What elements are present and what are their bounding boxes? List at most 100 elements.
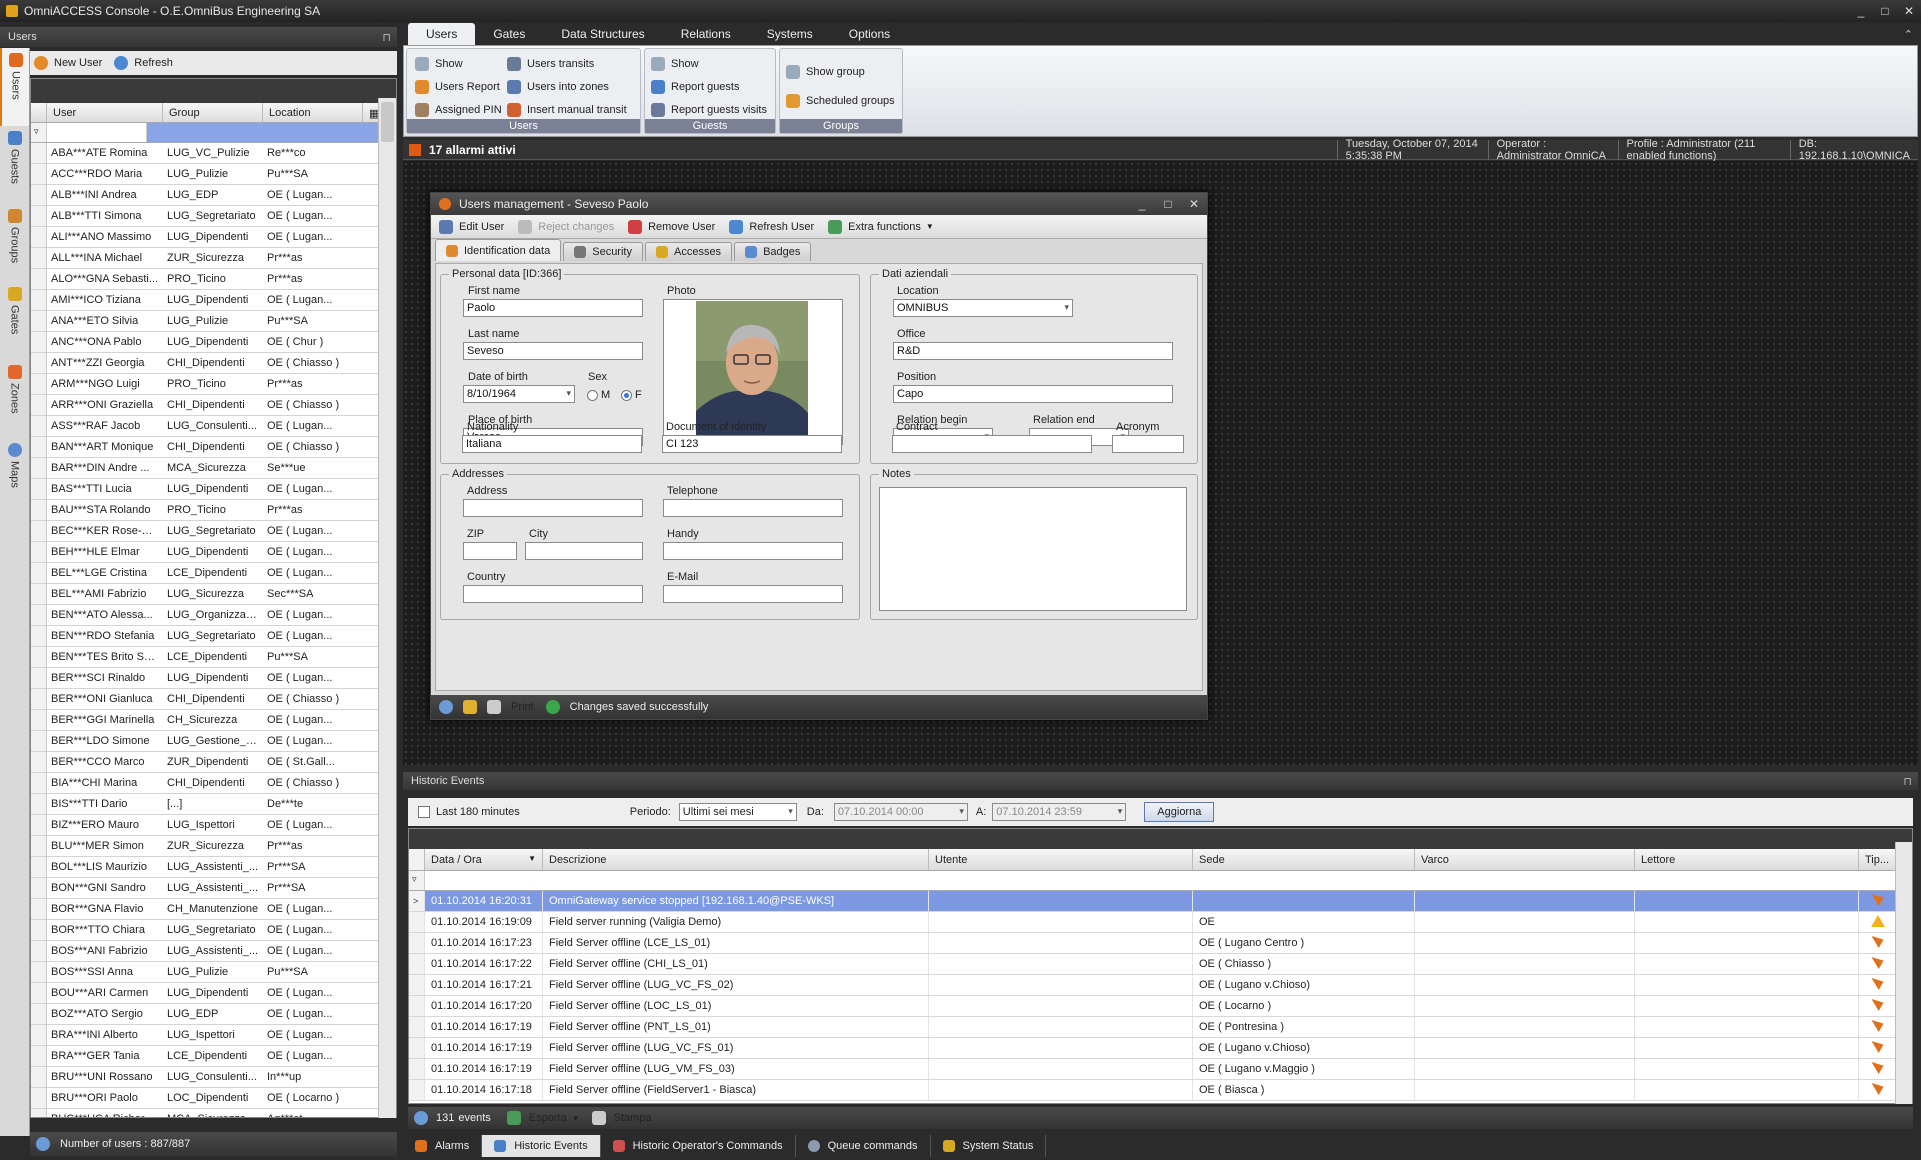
vtab-users[interactable]: Users [0,48,29,126]
ribbon-collapse-icon[interactable]: ⌃ [1904,28,1913,41]
table-row[interactable]: ACC***RDO Maria LUG_Pulizie Pu***SA [31,164,396,185]
table-row[interactable]: BOR***TTO Chiara LUG_Segretariato OE ( Lug… [31,920,396,941]
refresh-button[interactable]: Refresh [114,56,173,70]
table-row[interactable]: BOL***LIS Maurizio LUG_Assistenti_... Pr**… [31,857,396,878]
table-row[interactable]: BRU***ORI Paolo LOC_Dipendenti OE ( Locarn… [31,1088,396,1109]
table-row[interactable]: ASS***RAF Jacob LUG_Consulenti... OE ( Lug… [31,416,396,437]
tab-accesses[interactable]: Accesses [644,242,733,261]
table-row[interactable]: ALB***TTI Simona LUG_Segretariato OE ( Lug… [31,206,396,227]
historic-filter-row[interactable]: ▿ [409,871,1912,891]
telephone-field[interactable] [663,499,843,517]
table-row[interactable]: BON***GNI Sandro LUG_Assistenti_... Pr***S… [31,878,396,899]
table-row[interactable]: AMI***ICO Tiziana LUG_Dipendenti OE ( Luga… [31,290,396,311]
table-row[interactable]: BEL***LGE Cristina LCE_Dipendenti OE ( Lug… [31,563,396,584]
office-field[interactable]: R&D [893,342,1173,360]
ribbon-tab-users[interactable]: Users [408,23,476,45]
contract-field[interactable] [892,435,1092,453]
ribbon-tab-data-structures[interactable]: Data Structures [543,23,662,45]
position-field[interactable]: Capo [893,385,1173,403]
historic-scrollbar[interactable] [1895,842,1912,1104]
table-row[interactable]: 01.10.2014 16:17:19 Field Server offline … [409,1038,1912,1059]
users-scrollbar[interactable] [378,98,396,1118]
country-field[interactable] [463,585,643,603]
vtab-zones[interactable]: Zones [0,360,29,438]
periodo-select[interactable]: Ultimi sei mesi [678,803,797,821]
aggiorna-button[interactable]: Aggiorna [1144,802,1215,822]
ribbon-report-guests[interactable]: Report guests [651,80,739,94]
table-row[interactable]: ABA***ATE Romina LUG_VC_Pulizie Re***co [31,143,396,164]
table-row[interactable]: BEN***RDO Stefania LUG_Segretariato OE ( L… [31,626,396,647]
dob-picker[interactable]: 8/10/1964 [463,385,575,403]
table-row[interactable]: BLU***MER Simon ZUR_Sicurezza Pr***as [31,836,396,857]
table-row[interactable]: BRA***GER Tania LCE_Dipendenti OE ( Lugan.… [31,1046,396,1067]
pin-icon[interactable]: ⊓ [1903,775,1912,788]
table-row[interactable]: BRA***INI Alberto LUG_Ispettori OE ( Lugan… [31,1025,396,1046]
tab-system-status[interactable]: System Status [931,1135,1047,1157]
zip-field[interactable] [463,542,517,560]
table-row[interactable]: ALI***ANO Massimo LUG_Dipendenti OE ( Luga… [31,227,396,248]
table-row[interactable]: BOZ***ATO Sergio LUG_EDP OE ( Lugan... [31,1004,396,1025]
table-row[interactable]: BIS***TTI Dario [...] De***te [31,794,396,815]
email-field[interactable] [663,585,843,603]
location-select[interactable]: OMNIBUS [893,299,1073,317]
notes-textarea[interactable] [879,487,1187,611]
table-row[interactable]: BER***CCO Marco ZUR_Dipendenti OE ( St.Gal… [31,752,396,773]
ribbon-report-guests-visits[interactable]: Report guests visits [651,103,767,117]
column-tipo[interactable]: Tip... [1859,849,1897,870]
column-lettore[interactable]: Lettore [1635,849,1859,870]
edit-user-button[interactable]: Edit User [439,219,504,234]
ribbon-users-into-zones[interactable]: Users into zones [507,80,609,94]
table-row[interactable]: 01.10.2014 16:17:19 Field Server offline … [409,1059,1912,1080]
tab-historic-operator-commands[interactable]: Historic Operator's Commands [601,1135,796,1157]
remove-user-button[interactable]: Remove User [628,219,715,234]
tab-alarms[interactable]: Alarms [403,1135,483,1157]
um-close-button[interactable]: ✕ [1181,197,1207,211]
ribbon-guests-show[interactable]: Show [651,57,699,71]
table-row[interactable]: BAU***STA Rolando PRO_Ticino Pr***as [31,500,396,521]
tab-queue-commands[interactable]: Queue commands [796,1135,931,1157]
table-row[interactable]: BER***GGI Marinella CH_Sicurezza OE ( Luga… [31,710,396,731]
help-icon[interactable] [439,700,453,714]
last-minutes-checkbox[interactable] [418,806,430,818]
tab-identification-data[interactable]: Identification data [435,239,562,261]
last-name-field[interactable]: Seveso [463,342,643,360]
extra-functions-button[interactable]: Extra functions ▼ [828,219,934,234]
close-button[interactable]: ✕ [1897,0,1921,22]
table-row[interactable]: BOS***SSI Anna LUG_Pulizie Pu***SA [31,962,396,983]
table-row[interactable]: BOR***GNA Flavio CH_Manutenzione OE ( Luga… [31,899,396,920]
sex-m-radio[interactable]: M [587,389,610,401]
table-row[interactable]: ANT***ZZI Georgia CHI_Dipendenti OE ( Chia… [31,353,396,374]
ribbon-tab-gates[interactable]: Gates [475,23,543,45]
ribbon-users-transits[interactable]: Users transits [507,57,594,71]
table-row[interactable]: ANA***ETO Silvia LUG_Pulizie Pu***SA [31,311,396,332]
document-field[interactable]: CI 123 [662,435,842,453]
first-name-field[interactable]: Paolo [463,299,643,317]
tab-badges[interactable]: Badges [734,242,812,261]
table-row[interactable]: 01.10.2014 16:17:18 Field Server offline … [409,1080,1912,1101]
table-row[interactable]: BEC***KER Rose-M... LUG_Segretariato OE ( … [31,521,396,542]
reject-changes-button[interactable]: Reject changes [518,219,614,234]
minimize-button[interactable]: _ [1849,0,1873,22]
vtab-gates[interactable]: Gates [0,282,29,360]
help-icon[interactable] [414,1111,428,1125]
table-row[interactable]: BEN***TES Brito Su... LCE_Dipendenti Pu***… [31,647,396,668]
table-row[interactable]: BIZ***ERO Mauro LUG_Ispettori OE ( Lugan..… [31,815,396,836]
table-row[interactable]: BAR***DIN Andre ... MCA_Sicurezza Se***ue [31,458,396,479]
table-row[interactable]: 01.10.2014 16:17:22 Field Server offline … [409,954,1912,975]
lock-icon[interactable] [463,700,477,714]
table-row[interactable]: BEH***HLE Elmar LUG_Dipendenti OE ( Lugan.… [31,542,396,563]
table-row[interactable]: BOU***ARI Carmen LUG_Dipendenti OE ( Lugan… [31,983,396,1004]
column-varco[interactable]: Varco [1415,849,1635,870]
column-sede[interactable]: Sede [1193,849,1415,870]
table-row[interactable]: BER***LDO Simone LUG_Gestione_P... OE ( Lu… [31,731,396,752]
pin-icon[interactable]: ⊓ [382,31,391,44]
active-alarms[interactable]: 17 allarmi attivi [403,143,937,157]
ribbon-users-show[interactable]: Show [415,57,463,71]
esporta-button[interactable]: Esporta ▼ [506,1111,580,1125]
table-row[interactable]: BAN***ART Monique CHI_Dipendenti OE ( Chia… [31,437,396,458]
table-row[interactable]: 01.10.2014 16:17:23 Field Server offline … [409,933,1912,954]
vtab-groups[interactable]: Groups [0,204,29,282]
address-field[interactable] [463,499,643,517]
column-descrizione[interactable]: Descrizione [543,849,929,870]
ribbon-insert-manual-transit[interactable]: Insert manual transit [507,103,627,117]
